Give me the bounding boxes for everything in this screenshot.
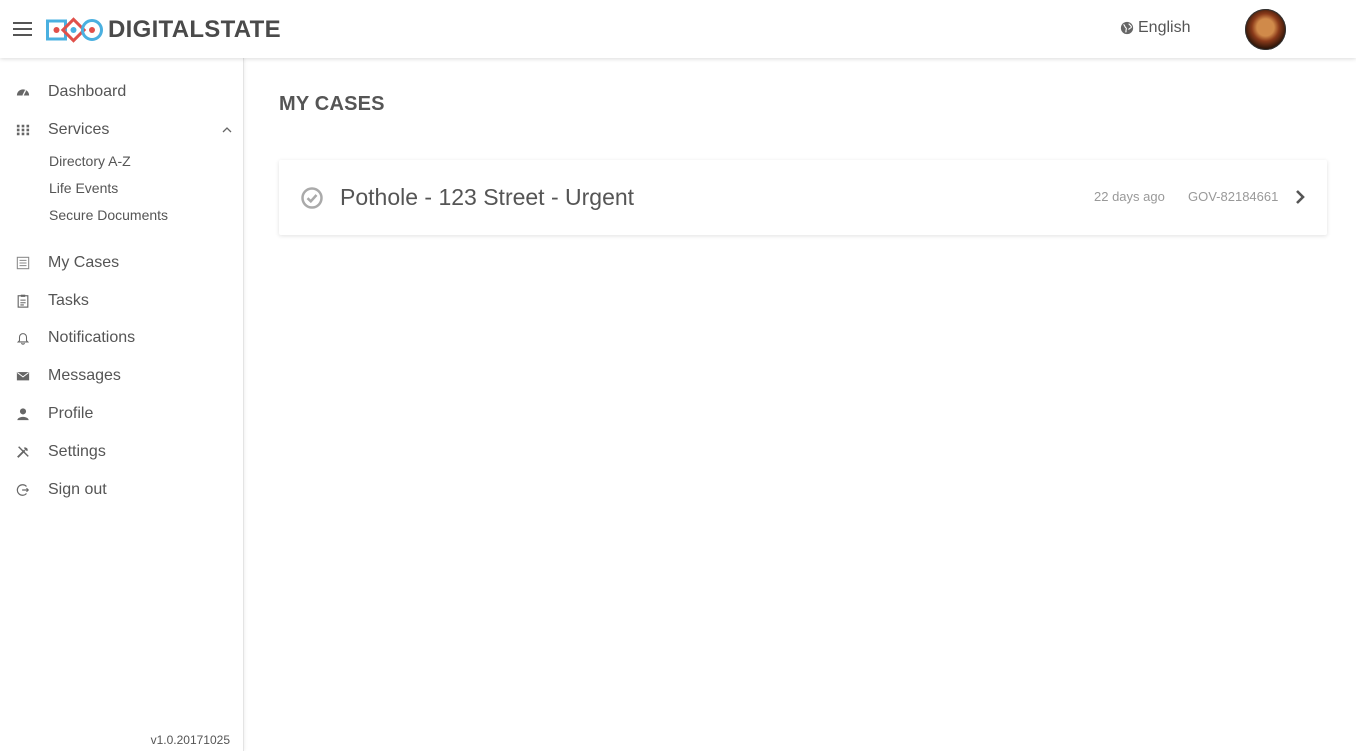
sign-out-icon <box>15 482 31 498</box>
sidebar: Dashboard Services Directory A-Z Life Ev… <box>0 58 244 751</box>
sidebar-item-label: Messages <box>48 367 121 384</box>
sidebar-item-dashboard[interactable]: Dashboard <box>0 75 243 109</box>
sidebar-item-label: Sign out <box>48 481 107 498</box>
sidebar-item-messages[interactable]: Messages <box>0 359 243 393</box>
sidebar-item-profile[interactable]: Profile <box>0 397 243 431</box>
case-time: 22 days ago <box>1094 189 1165 204</box>
sidebar-subitem-secure-documents[interactable]: Secure Documents <box>49 204 168 226</box>
sidebar-item-label: Notifications <box>48 329 136 346</box>
sidebar-subitem-life-events[interactable]: Life Events <box>49 177 118 199</box>
user-icon <box>15 406 31 422</box>
language-selector[interactable]: English <box>1120 19 1190 37</box>
case-card[interactable]: Pothole - 123 Street - Urgent 22 days ag… <box>279 160 1327 235</box>
chevron-up-icon[interactable] <box>221 124 233 136</box>
sidebar-item-label: Services <box>48 121 110 138</box>
envelope-icon <box>15 368 31 384</box>
sidebar-item-label: Settings <box>48 443 106 460</box>
sidebar-item-my-cases[interactable]: My Cases <box>0 246 243 280</box>
page-title: MY CASES <box>279 93 385 115</box>
sidebar-item-label: Tasks <box>48 292 89 309</box>
case-title: Pothole - 123 Street - Urgent <box>340 184 635 210</box>
hamburger-icon[interactable] <box>13 22 32 36</box>
sidebar-item-label: My Cases <box>48 254 120 271</box>
language-label: English <box>1138 19 1191 36</box>
check-circle-icon <box>301 187 323 209</box>
grid-icon <box>15 122 31 138</box>
sidebar-item-sign-out[interactable]: Sign out <box>0 473 243 507</box>
list-icon <box>15 255 31 271</box>
clipboard-icon <box>15 293 31 309</box>
top-bar: DIGITALSTATE English <box>0 0 1356 58</box>
tools-icon <box>15 444 31 460</box>
avatar[interactable] <box>1245 9 1286 50</box>
sidebar-subitem-directory[interactable]: Directory A-Z <box>49 150 131 172</box>
version-label: v1.0.20171025 <box>150 733 230 747</box>
sidebar-item-label: Profile <box>48 405 94 422</box>
globe-icon <box>1120 21 1134 35</box>
logo[interactable]: DIGITALSTATE <box>46 16 281 43</box>
chevron-right-icon[interactable] <box>1293 188 1307 206</box>
dashboard-icon <box>15 84 31 100</box>
bell-icon <box>15 330 31 346</box>
logo-text: DIGITALSTATE <box>108 16 281 43</box>
sidebar-item-services[interactable]: Services <box>0 113 243 147</box>
sidebar-item-settings[interactable]: Settings <box>0 435 243 469</box>
sidebar-item-label: Dashboard <box>48 83 127 100</box>
sidebar-item-tasks[interactable]: Tasks <box>0 284 243 318</box>
logo-mark-icon <box>46 17 103 43</box>
sidebar-item-notifications[interactable]: Notifications <box>0 321 243 355</box>
case-id: GOV-82184661 <box>1188 189 1279 204</box>
